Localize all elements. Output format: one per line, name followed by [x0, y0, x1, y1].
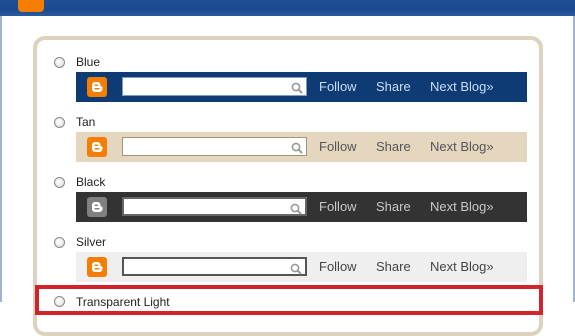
navbar-preview-blue: Follow Share Next Blog»: [76, 72, 527, 102]
blogger-icon: [87, 137, 107, 157]
share-link[interactable]: Share: [376, 259, 411, 274]
blogger-icon: [87, 197, 107, 217]
search-icon[interactable]: [291, 141, 303, 159]
search-input[interactable]: [122, 197, 307, 216]
radio-tan[interactable]: [54, 117, 65, 128]
next-blog-link[interactable]: Next Blog»: [430, 199, 494, 214]
next-blog-link[interactable]: Next Blog»: [430, 79, 494, 94]
navbar-preview-tan: Follow Share Next Blog»: [76, 132, 527, 162]
navbar-preview-black: Follow Share Next Blog»: [76, 192, 527, 222]
share-link[interactable]: Share: [376, 139, 411, 154]
follow-link[interactable]: Follow: [319, 139, 357, 154]
search-input[interactable]: [122, 257, 307, 276]
next-blog-link[interactable]: Next Blog»: [430, 139, 494, 154]
next-blog-link[interactable]: Next Blog»: [430, 259, 494, 274]
option-label-black: Black: [76, 175, 106, 189]
navbar-preview-silver: Follow Share Next Blog»: [76, 252, 527, 282]
radio-blue[interactable]: [54, 57, 65, 68]
window-titlebar: [0, 0, 575, 16]
blogger-icon: [87, 77, 107, 97]
share-link[interactable]: Share: [376, 199, 411, 214]
option-label-silver: Silver: [76, 235, 107, 249]
blogger-logo-icon: [18, 0, 44, 12]
blogger-icon: [87, 257, 107, 277]
search-icon[interactable]: [290, 202, 302, 220]
radio-silver[interactable]: [54, 237, 65, 248]
search-icon[interactable]: [290, 262, 302, 280]
option-label-transparent-light: Transparent Light: [76, 295, 170, 309]
radio-black[interactable]: [54, 177, 65, 188]
share-link[interactable]: Share: [376, 79, 411, 94]
search-input[interactable]: [122, 77, 307, 96]
follow-link[interactable]: Follow: [319, 259, 357, 274]
search-icon[interactable]: [291, 81, 303, 99]
option-label-tan: Tan: [76, 115, 96, 129]
follow-link[interactable]: Follow: [319, 79, 357, 94]
follow-link[interactable]: Follow: [319, 199, 357, 214]
search-input[interactable]: [122, 137, 307, 156]
option-label-blue: Blue: [76, 55, 101, 69]
